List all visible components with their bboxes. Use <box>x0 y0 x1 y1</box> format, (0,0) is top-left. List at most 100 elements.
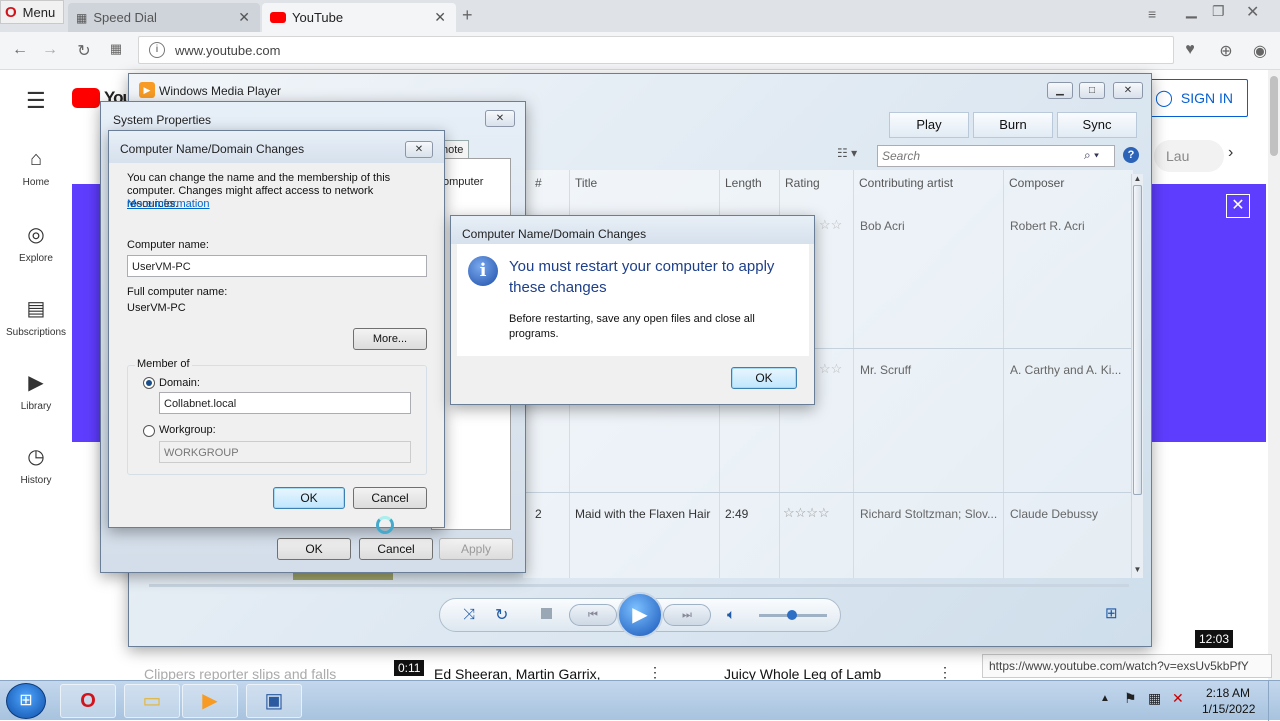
wmp-minimize-button[interactable]: ▁ <box>1047 82 1073 99</box>
video-more-icon[interactable]: ⋮ <box>938 664 952 681</box>
nav-home[interactable]: ⌂ Home <box>0 148 72 188</box>
seek-bar[interactable] <box>149 584 1129 587</box>
nav-history[interactable]: ◷ History <box>0 444 72 486</box>
tab-speed-dial[interactable]: ▦ Speed Dial ✕ <box>68 3 260 32</box>
restore-window-button[interactable]: ❐ <box>1212 3 1225 20</box>
tab-play[interactable]: Play <box>889 112 969 138</box>
column-header-title[interactable]: Title <box>575 176 597 190</box>
message-ok-button[interactable]: OK <box>731 367 797 389</box>
taskbar-explorer-icon[interactable]: ▭ <box>124 684 180 718</box>
help-icon[interactable]: ? <box>1123 147 1139 163</box>
volume-icon[interactable]: 🔈︎ <box>727 606 735 623</box>
row-rating-stars[interactable]: ☆☆ <box>819 217 842 233</box>
workgroup-radio[interactable] <box>143 425 155 437</box>
more-button[interactable]: More... <box>353 328 427 350</box>
search-input[interactable]: Search ⌕ ▾ <box>877 145 1115 167</box>
row-rating-stars[interactable]: ☆☆☆☆ <box>783 505 830 521</box>
list-scrollbar[interactable]: ▲ ▼ <box>1131 174 1143 578</box>
column-header-rating[interactable]: Rating <box>785 176 820 190</box>
system-properties-close-button[interactable]: ✕ <box>485 110 515 127</box>
taskbar-system-icon[interactable]: ▣ <box>246 684 302 718</box>
site-info-icon[interactable]: i <box>149 42 165 58</box>
download-icon[interactable]: ⊕ <box>1216 41 1236 61</box>
stop-icon[interactable] <box>541 608 552 619</box>
tray-volume-icon[interactable]: ✕ <box>1172 690 1184 707</box>
nav-explore[interactable]: ◎ Explore <box>0 222 72 264</box>
dialog-ok-button[interactable]: OK <box>273 487 345 509</box>
system-properties-apply-button[interactable]: Apply <box>439 538 513 560</box>
scrollbar-thumb[interactable] <box>1133 185 1142 495</box>
reload-icon[interactable]: ↻ <box>74 41 94 61</box>
close-tab-icon[interactable]: ✕ <box>238 9 250 26</box>
taskbar-media-player-icon[interactable]: ▶ <box>182 684 238 718</box>
computer-name-input[interactable]: UserVM-PC <box>127 255 427 277</box>
system-properties-ok-button[interactable]: OK <box>277 538 351 560</box>
row-title[interactable]: Maid with the Flaxen Hair <box>575 507 710 521</box>
heart-icon[interactable]: ♥ <box>1180 41 1200 61</box>
column-header-number[interactable]: # <box>535 176 542 190</box>
row-composer[interactable]: A. Carthy and A. Ki... <box>1010 363 1121 377</box>
row-artist[interactable]: Mr. Scruff <box>860 363 911 377</box>
nav-subscriptions[interactable]: ▤ Subscriptions <box>0 296 72 338</box>
close-window-button[interactable]: ✕ <box>1246 2 1259 22</box>
filter-chip[interactable]: Lau <box>1154 140 1224 172</box>
row-artist[interactable]: Richard Stoltzman; Slov... <box>860 507 997 521</box>
next-icon[interactable]: ⏭ <box>663 604 711 626</box>
show-desktop-button[interactable] <box>1268 681 1280 721</box>
sign-in-button[interactable]: ◯ SIGN IN <box>1140 79 1248 117</box>
scroll-up-arrow[interactable]: ▲ <box>1132 174 1143 183</box>
account-icon[interactable]: ◉ <box>1250 41 1270 61</box>
row-rating-stars[interactable]: ☆☆ <box>819 361 842 377</box>
row-composer[interactable]: Robert R. Acri <box>1010 219 1085 233</box>
tray-show-hidden-icon[interactable]: ▲ <box>1100 693 1110 704</box>
opera-menu-button[interactable]: O Menu <box>0 0 64 24</box>
tray-flag-icon[interactable]: ⚑ <box>1124 690 1137 707</box>
more-information-link[interactable]: More information <box>127 198 210 210</box>
speed-dial-icon[interactable]: ▦ <box>106 41 126 61</box>
new-tab-button[interactable]: + <box>462 5 473 26</box>
row-artist[interactable]: Bob Acri <box>860 219 905 233</box>
hamburger-menu-icon[interactable]: ☰ <box>26 88 46 114</box>
back-icon[interactable]: ← <box>10 41 30 61</box>
system-properties-cancel-button[interactable]: Cancel <box>359 538 433 560</box>
dialog-cancel-button[interactable]: Cancel <box>353 487 427 509</box>
play-button[interactable]: ▶ <box>617 592 663 638</box>
taskbar-opera-icon[interactable]: O <box>60 684 116 718</box>
scrollbar-thumb[interactable] <box>1270 76 1278 156</box>
column-header-composer[interactable]: Composer <box>1009 176 1064 190</box>
tray-network-icon[interactable]: ▦ <box>1148 690 1161 707</box>
forward-icon[interactable]: → <box>40 41 60 61</box>
tab-burn[interactable]: Burn <box>973 112 1053 138</box>
tab-menu-icon[interactable]: ≡ <box>1148 6 1156 22</box>
scroll-down-arrow[interactable]: ▼ <box>1132 565 1143 574</box>
domain-radio[interactable] <box>143 377 155 389</box>
minimize-window-button[interactable]: ▁ <box>1186 2 1197 19</box>
repeat-icon[interactable]: ↻ <box>495 605 508 625</box>
view-options-icon[interactable]: ☷ ▾ <box>837 146 857 160</box>
row-composer[interactable]: Claude Debussy <box>1010 507 1098 521</box>
wmp-maximize-button[interactable]: □ <box>1079 82 1105 99</box>
domain-input[interactable]: Collabnet.local <box>159 392 411 414</box>
wmp-close-button[interactable]: ✕ <box>1113 82 1143 99</box>
close-banner-icon[interactable]: ✕ <box>1226 194 1250 218</box>
tab-sync[interactable]: Sync <box>1057 112 1137 138</box>
start-button[interactable]: ⊞ <box>6 683 46 719</box>
video-more-icon[interactable]: ⋮ <box>648 664 662 681</box>
column-header-length[interactable]: Length <box>725 176 762 190</box>
url-input[interactable]: i www.youtube.com <box>138 36 1174 64</box>
close-tab-icon[interactable]: ✕ <box>434 9 446 26</box>
volume-slider[interactable] <box>759 610 827 620</box>
clock-date[interactable]: 1/15/2022 <box>1202 702 1255 716</box>
shuffle-icon[interactable]: ⤨ <box>463 606 475 623</box>
dialog-close-button[interactable]: ✕ <box>405 141 433 158</box>
volume-thumb[interactable] <box>787 610 797 620</box>
chevron-right-icon[interactable]: › <box>1228 144 1233 162</box>
previous-icon[interactable]: ⏮ <box>569 604 617 626</box>
column-header-artist[interactable]: Contributing artist <box>859 176 953 190</box>
search-icon[interactable]: ⌕ ▾ <box>1084 148 1099 163</box>
nav-library[interactable]: ▶ Library <box>0 370 72 412</box>
switch-to-now-playing-icon[interactable]: ⊞ <box>1105 604 1118 622</box>
scrollbar[interactable] <box>1268 70 1280 680</box>
clock-time[interactable]: 2:18 AM <box>1206 686 1250 700</box>
tab-youtube[interactable]: YouTube ✕ <box>262 3 456 32</box>
